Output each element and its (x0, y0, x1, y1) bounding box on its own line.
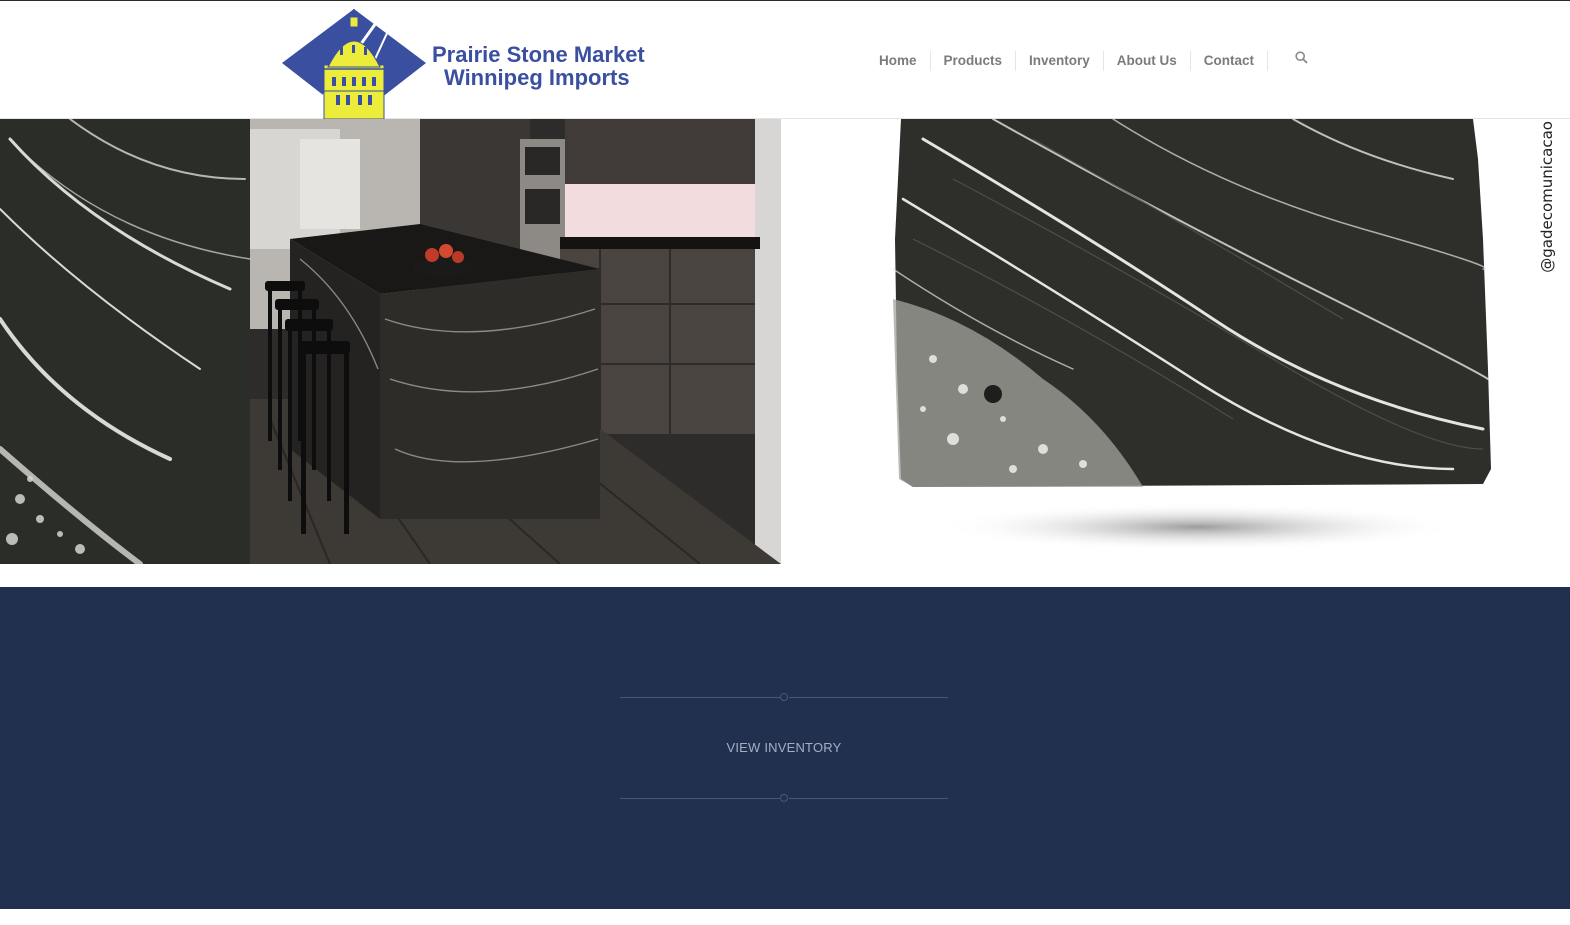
legislative-dome-logo-icon (282, 9, 426, 119)
photo-credit: @gadecomunicacao (1530, 121, 1564, 273)
nav-inventory[interactable]: Inventory (1015, 51, 1103, 71)
main-nav: Home Products Inventory About Us Contact (866, 43, 1334, 79)
nav-products[interactable]: Products (929, 51, 1016, 71)
search-button[interactable] (1267, 51, 1334, 71)
nav-about-us[interactable]: About Us (1102, 51, 1190, 71)
search-icon (1294, 51, 1308, 64)
divider-dot-icon (780, 693, 788, 701)
kitchen-photo (0, 119, 781, 564)
granite-slab (892, 118, 1491, 551)
page-bottom-strip (0, 909, 1570, 925)
site-header: Prairie Stone Market Winnipeg Imports Ho… (0, 1, 1570, 119)
brand-line-1: Prairie Stone Market (432, 42, 645, 67)
brand-name: Prairie Stone Market Winnipeg Imports (432, 43, 645, 89)
nav-home[interactable]: Home (866, 51, 930, 71)
divider-dot-icon (780, 794, 788, 802)
bottom-divider (620, 792, 948, 804)
kitchen-image (0, 119, 781, 564)
photo-credit-text: @gadecomunicacao (1538, 120, 1556, 273)
brand-line-2: Winnipeg Imports (444, 65, 630, 90)
nav-contact[interactable]: Contact (1189, 51, 1267, 71)
view-inventory-button[interactable]: VIEW INVENTORY (684, 736, 884, 760)
top-divider (620, 691, 948, 703)
site-logo[interactable]: Prairie Stone Market Winnipeg Imports (280, 7, 670, 119)
granite-slab-image (892, 118, 1493, 559)
